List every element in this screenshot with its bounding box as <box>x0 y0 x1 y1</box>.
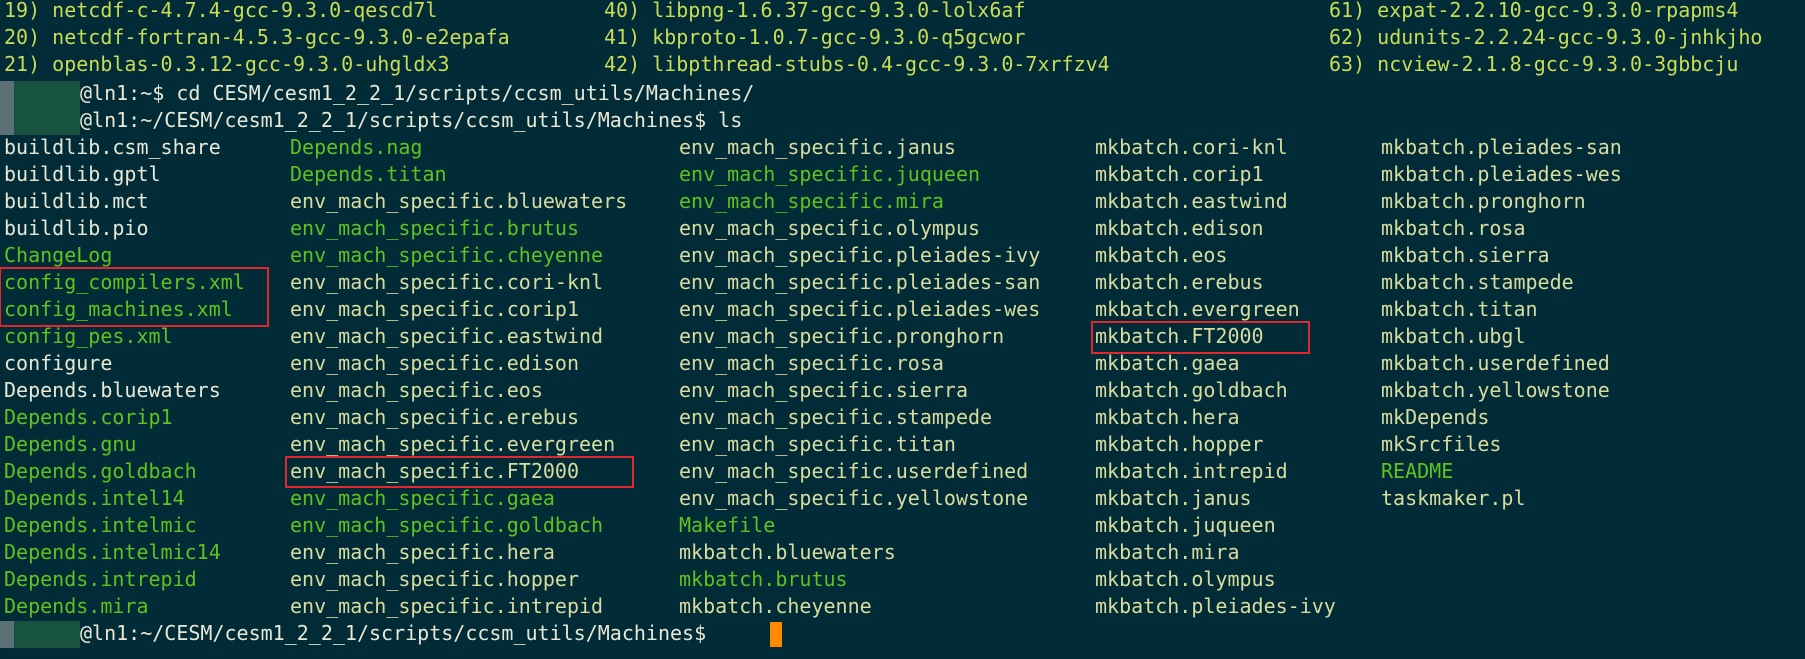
file-entry: mkbatch.pleiades-wes <box>1381 162 1622 186</box>
file-entry: README <box>1381 459 1454 483</box>
file-entry: env_mach_specific.titan <box>679 432 956 456</box>
file-entry: Depends.intelmic14 <box>4 540 221 564</box>
file-entry: mkbatch.ubgl <box>1381 324 1526 348</box>
file-entry: mkbatch.erebus <box>1095 270 1264 294</box>
file-entry: env_mach_specific.janus <box>679 135 956 159</box>
file-entry: env_mach_specific.edison <box>290 351 579 375</box>
file-entry: env_mach_specific.pronghorn <box>679 324 1005 348</box>
file-entry: env_mach_specific.erebus <box>290 405 579 429</box>
package-line: 20) netcdf-fortran-4.5.3-gcc-9.3.0-e2epa… <box>4 25 510 49</box>
file-entry: env_mach_specific.bluewaters <box>290 189 628 213</box>
file-entry: mkbatch.eos <box>1095 243 1228 267</box>
file-entry: env_mach_specific.pleiades-san <box>679 270 1041 294</box>
package-line: 41) kbproto-1.0.7-gcc-9.3.0-q5gcwor <box>604 25 1026 49</box>
file-entry: env_mach_specific.pleiades-wes <box>679 297 1041 321</box>
highlight-box-env-ft2000 <box>285 456 634 488</box>
terminal-window[interactable]: 19) netcdf-c-4.7.4-gcc-9.3.0-qescd7l 40)… <box>0 0 1805 659</box>
file-entry: mkbatch.rosa <box>1381 216 1526 240</box>
file-entry: mkbatch.hera <box>1095 405 1240 429</box>
file-entry: Makefile <box>679 513 776 537</box>
file-entry: env_mach_specific.olympus <box>679 216 981 240</box>
file-entry: Depends.bluewaters <box>4 378 221 402</box>
prompt-line: @ln1:~$ cd CESM/cesm1_2_2_1/scripts/ccsm… <box>80 81 755 105</box>
file-entry: config_pes.xml <box>4 324 173 348</box>
file-entry: mkbatch.sierra <box>1381 243 1550 267</box>
file-entry: env_mach_specific.cori-knl <box>290 270 604 294</box>
current-prompt: @ln1:~/CESM/cesm1_2_2_1/scripts/ccsm_uti… <box>80 621 719 645</box>
file-entry: mkbatch.eastwind <box>1095 189 1288 213</box>
file-entry: taskmaker.pl <box>1381 486 1526 510</box>
file-entry: mkbatch.corip1 <box>1095 162 1264 186</box>
package-line: 21) openblas-0.3.12-gcc-9.3.0-uhgldx3 <box>4 52 450 76</box>
file-entry: env_mach_specific.rosa <box>679 351 944 375</box>
file-entry: Depends.corip1 <box>4 405 173 429</box>
file-entry: env_mach_specific.gaea <box>290 486 555 510</box>
file-entry: env_mach_specific.intrepid <box>290 594 604 618</box>
file-entry: mkbatch.olympus <box>1095 567 1276 591</box>
file-entry: mkbatch.edison <box>1095 216 1264 240</box>
highlight-box-mkbatch-ft2000 <box>1091 321 1310 354</box>
file-entry: mkbatch.mira <box>1095 540 1240 564</box>
file-entry: env_mach_specific.hera <box>290 540 555 564</box>
file-entry: mkbatch.stampede <box>1381 270 1574 294</box>
file-entry: mkSrcfiles <box>1381 432 1502 456</box>
file-entry: Depends.intel14 <box>4 486 185 510</box>
file-entry: mkbatch.pronghorn <box>1381 189 1586 213</box>
file-entry: Depends.goldbach <box>4 459 197 483</box>
file-entry: env_mach_specific.goldbach <box>290 513 604 537</box>
file-entry: mkbatch.intrepid <box>1095 459 1288 483</box>
file-entry: buildlib.mct <box>4 189 149 213</box>
file-entry: env_mach_specific.cheyenne <box>290 243 604 267</box>
file-entry: mkbatch.pleiades-ivy <box>1095 594 1336 618</box>
file-entry: mkbatch.goldbach <box>1095 378 1288 402</box>
file-entry: env_mach_specific.juqueen <box>679 162 981 186</box>
file-entry: buildlib.pio <box>4 216 149 240</box>
file-entry: ChangeLog <box>4 243 113 267</box>
file-entry: mkbatch.hopper <box>1095 432 1264 456</box>
package-line: 19) netcdf-c-4.7.4-gcc-9.3.0-qescd7l <box>4 0 438 22</box>
file-entry: env_mach_specific.eos <box>290 378 543 402</box>
file-entry: mkbatch.cheyenne <box>679 594 872 618</box>
package-line: 62) udunits-2.2.24-gcc-9.3.0-jnhkjho <box>1329 25 1763 49</box>
package-line: 40) libpng-1.6.37-gcc-9.3.0-lolx6af <box>604 0 1026 22</box>
file-entry: env_mach_specific.hopper <box>290 567 579 591</box>
highlight-box-config-xml <box>0 267 269 327</box>
file-entry: mkbatch.juqueen <box>1095 513 1276 537</box>
file-entry: mkbatch.userdefined <box>1381 351 1610 375</box>
file-entry: mkbatch.bluewaters <box>679 540 896 564</box>
file-entry: buildlib.gptl <box>4 162 161 186</box>
file-entry: buildlib.csm_share <box>4 135 221 159</box>
file-entry: env_mach_specific.brutus <box>290 216 579 240</box>
file-entry: Depends.gnu <box>4 432 137 456</box>
file-entry: mkbatch.janus <box>1095 486 1252 510</box>
package-line: 42) libpthread-stubs-0.4-gcc-9.3.0-7xrfz… <box>604 52 1110 76</box>
file-entry: mkbatch.yellowstone <box>1381 378 1610 402</box>
file-entry: env_mach_specific.eastwind <box>290 324 604 348</box>
file-entry: Depends.intelmic <box>4 513 197 537</box>
package-line: 61) expat-2.2.10-gcc-9.3.0-rpapms4 <box>1329 0 1739 22</box>
file-entry: configure <box>4 351 113 375</box>
file-entry: mkbatch.pleiades-san <box>1381 135 1622 159</box>
file-entry: Depends.nag <box>290 135 423 159</box>
file-entry: mkbatch.gaea <box>1095 351 1240 375</box>
file-entry: env_mach_specific.corip1 <box>290 297 579 321</box>
package-line: 63) ncview-2.1.8-gcc-9.3.0-3gbbcju <box>1329 52 1739 76</box>
file-entry: env_mach_specific.stampede <box>679 405 993 429</box>
text-cursor[interactable] <box>770 622 782 647</box>
file-entry: env_mach_specific.sierra <box>679 378 968 402</box>
file-entry: mkbatch.cori-knl <box>1095 135 1288 159</box>
file-entry: mkbatch.titan <box>1381 297 1538 321</box>
file-entry: env_mach_specific.mira <box>679 189 944 213</box>
file-entry: env_mach_specific.yellowstone <box>679 486 1029 510</box>
file-entry: env_mach_specific.pleiades-ivy <box>679 243 1041 267</box>
file-entry: mkbatch.brutus <box>679 567 848 591</box>
file-entry: Depends.mira <box>4 594 149 618</box>
file-entry: env_mach_specific.evergreen <box>290 432 616 456</box>
file-entry: Depends.intrepid <box>4 567 197 591</box>
prompt-line: @ln1:~/CESM/cesm1_2_2_1/scripts/ccsm_uti… <box>80 108 743 132</box>
file-entry: mkDepends <box>1381 405 1490 429</box>
file-entry: mkbatch.evergreen <box>1095 297 1300 321</box>
file-entry: Depends.titan <box>290 162 447 186</box>
file-entry: env_mach_specific.userdefined <box>679 459 1029 483</box>
